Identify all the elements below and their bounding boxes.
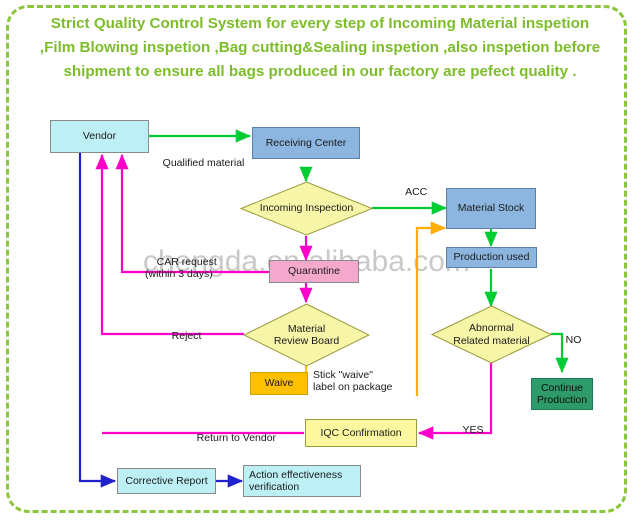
node-receiving-center-label: Receiving Center bbox=[265, 136, 347, 149]
edge-label-no-text: NO bbox=[565, 333, 582, 346]
node-material-review-board-label: Material Review Board bbox=[273, 322, 340, 348]
node-corrective-report-label: Corrective Report bbox=[125, 474, 208, 487]
node-receiving-center[interactable]: Receiving Center bbox=[252, 127, 360, 159]
node-abnormal-related-material[interactable]: Abnormal Related material bbox=[430, 305, 553, 364]
node-production-used[interactable]: Production used bbox=[446, 247, 537, 268]
node-iqc-confirmation[interactable]: IQC Confirmation bbox=[305, 419, 417, 447]
edge-label-yes-text: YES bbox=[462, 423, 484, 436]
node-quarantine[interactable]: Quarantine bbox=[269, 260, 359, 283]
edge-label-qualified-material: Qualified material bbox=[151, 144, 245, 182]
edge-label-acc: ACC bbox=[394, 173, 427, 211]
node-material-stock-label: Material Stock bbox=[457, 202, 525, 215]
edge-label-reject: Reject bbox=[160, 317, 202, 355]
node-action-effectiveness[interactable]: Action effectiveness verification bbox=[243, 465, 361, 497]
page-title: Strict Quality Control System for every … bbox=[39, 15, 601, 80]
node-quarantine-label: Quarantine bbox=[288, 265, 340, 278]
node-action-effectiveness-label: Action effectiveness verification bbox=[249, 468, 343, 494]
node-corrective-report[interactable]: Corrective Report bbox=[117, 468, 216, 494]
node-incoming-inspection[interactable]: Incoming Inspection bbox=[239, 181, 374, 236]
node-abnormal-related-material-label: Abnormal Related material bbox=[453, 322, 530, 347]
edge-label-car-request: CAR request (within 3 days) bbox=[145, 243, 217, 293]
node-stick-waive-label-text: Stick "waive" label on package bbox=[313, 368, 393, 394]
node-continue-production[interactable]: Continue Production bbox=[531, 378, 593, 410]
node-production-used-label: Production used bbox=[453, 251, 530, 264]
node-incoming-inspection-label: Incoming Inspection bbox=[259, 202, 354, 215]
node-waive[interactable]: Waive bbox=[250, 372, 308, 395]
node-vendor-label: Vendor bbox=[82, 130, 117, 143]
node-stick-waive-label: Stick "waive" label on package bbox=[313, 366, 417, 396]
edge-label-return-to-vendor-text: Return to Vendor bbox=[196, 431, 277, 444]
edge-label-reject-text: Reject bbox=[171, 329, 202, 342]
edge-label-qualified-material-text: Qualified material bbox=[162, 156, 245, 169]
node-material-stock[interactable]: Material Stock bbox=[446, 188, 536, 229]
edge-label-no: NO bbox=[554, 321, 582, 359]
node-continue-production-label: Continue Production bbox=[536, 381, 588, 407]
edge-label-return-to-vendor: Return to Vendor bbox=[185, 419, 276, 457]
flowchart-canvas: Strict Quality Control System for every … bbox=[0, 0, 639, 523]
node-material-review-board[interactable]: Material Review Board bbox=[242, 303, 371, 367]
edge-label-car-request-text: CAR request (within 3 days) bbox=[145, 255, 217, 281]
edge-label-yes: YES bbox=[451, 411, 484, 449]
node-vendor[interactable]: Vendor bbox=[50, 120, 149, 153]
node-iqc-confirmation-label: IQC Confirmation bbox=[320, 426, 402, 439]
node-waive-label: Waive bbox=[264, 377, 294, 390]
edge-label-acc-text: ACC bbox=[405, 185, 428, 198]
